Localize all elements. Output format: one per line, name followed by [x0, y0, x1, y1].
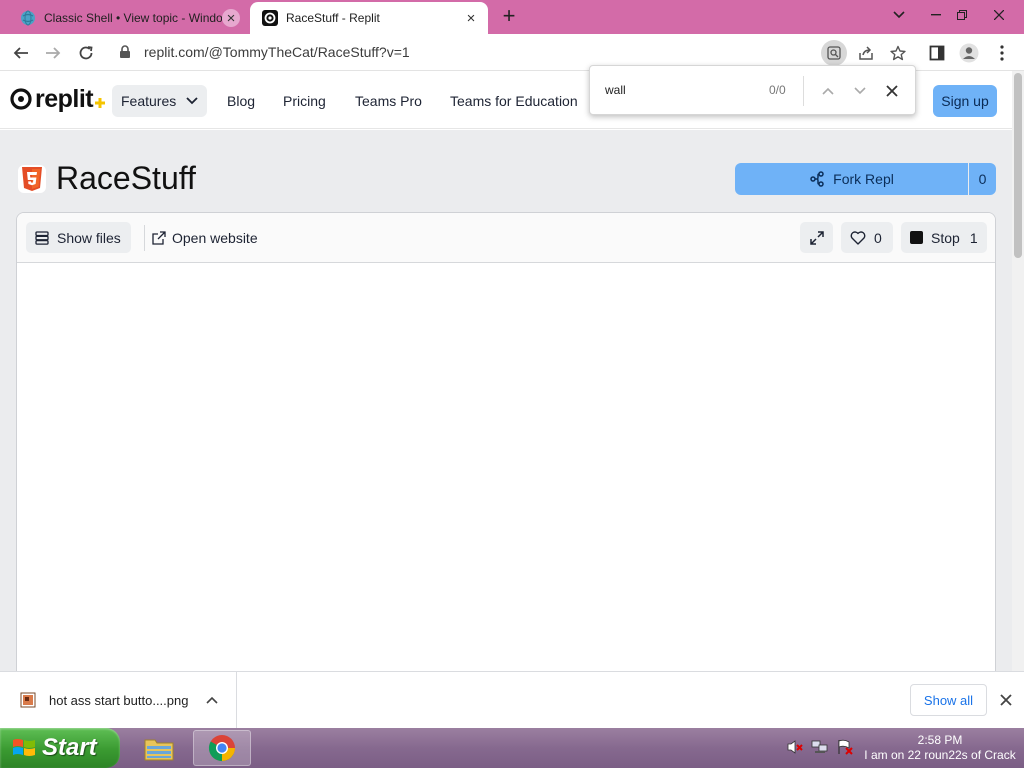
profile-avatar-icon[interactable] — [956, 40, 982, 66]
close-icon — [886, 85, 898, 97]
nav-pricing[interactable]: Pricing — [283, 85, 326, 117]
scrollbar-thumb[interactable] — [1014, 73, 1022, 258]
tab-classic-shell[interactable]: Classic Shell • View topic - Windo × — [8, 2, 248, 34]
stop-count: 1 — [969, 229, 978, 246]
nav-teams-pro[interactable]: Teams Pro — [355, 85, 422, 117]
show-all-button[interactable]: Show all — [910, 684, 987, 716]
logo-text: replit — [35, 85, 94, 113]
new-tab-button[interactable]: + — [498, 5, 520, 28]
lock-icon — [120, 45, 130, 58]
globe-icon — [21, 10, 35, 26]
reload-icon — [79, 46, 93, 60]
image-file-icon — [20, 692, 36, 708]
replit-logo[interactable]: replit — [10, 85, 106, 113]
find-previous-button[interactable] — [817, 80, 839, 102]
arrow-right-icon — [46, 47, 61, 59]
tab-search-icon[interactable] — [883, 4, 915, 26]
find-count: 0/0 — [769, 83, 786, 97]
url-text: replit.com/@TommyTheCat/RaceStuff?v=1 — [144, 44, 410, 60]
expand-icon — [809, 230, 824, 245]
taskbar-explorer[interactable] — [130, 730, 188, 766]
show-files-label: Show files — [57, 229, 121, 246]
close-icon[interactable]: × — [462, 9, 480, 27]
close-shelf-button[interactable] — [996, 690, 1016, 710]
share-icon[interactable] — [853, 40, 879, 66]
clock-time: 2:58 PM — [917, 733, 963, 747]
system-clock[interactable]: 2:58 PM I am on 22 roun22s of Crack — [860, 733, 1020, 763]
browser-tab-strip: Classic Shell • View topic - Windo × Rac… — [0, 0, 1024, 34]
volume-muted-icon[interactable] — [786, 738, 804, 756]
find-close-button[interactable] — [881, 80, 903, 102]
tab-title: Classic Shell • View topic - Windo — [44, 11, 222, 25]
tab-title: RaceStuff - Replit — [286, 11, 380, 25]
webview-toolbar: Show files Open website 0 Stop 1 — [17, 213, 995, 263]
close-icon — [1000, 694, 1012, 706]
bookmark-star-icon[interactable] — [885, 40, 911, 66]
fork-icon — [810, 171, 824, 187]
download-item[interactable]: hot ass start butto....png — [0, 672, 237, 728]
external-link-icon — [152, 230, 166, 245]
tab-racestuff[interactable]: RaceStuff - Replit × — [250, 2, 488, 34]
chevron-up-icon[interactable] — [206, 696, 218, 704]
find-divider — [803, 76, 804, 106]
find-bar: wall 0/0 — [589, 65, 916, 115]
restore-button[interactable] — [946, 4, 978, 26]
like-count: 0 — [874, 229, 882, 246]
nav-blog[interactable]: Blog — [227, 85, 255, 117]
chrome-icon — [208, 735, 235, 762]
repl-title: RaceStuff — [56, 160, 196, 196]
menu-kebab-icon[interactable] — [989, 40, 1015, 66]
like-button[interactable]: 0 — [841, 222, 893, 253]
signup-button[interactable]: Sign up — [933, 85, 997, 117]
forward-button[interactable] — [40, 40, 66, 66]
arrow-left-icon — [13, 47, 28, 59]
expand-button[interactable] — [800, 222, 833, 253]
nav-features[interactable]: Features — [112, 85, 207, 117]
reload-button[interactable] — [73, 40, 99, 66]
nav-features-label: Features — [121, 93, 177, 109]
action-center-flag-icon[interactable] — [836, 738, 854, 756]
show-files-button[interactable]: Show files — [26, 222, 131, 253]
chevron-down-icon — [854, 87, 866, 95]
stop-button[interactable]: Stop 1 — [901, 222, 987, 253]
back-button[interactable] — [8, 40, 34, 66]
stop-label: Stop — [931, 229, 960, 246]
toolbar-divider — [144, 225, 145, 251]
start-button[interactable]: Start — [0, 728, 120, 768]
download-filename: hot ass start butto....png — [49, 692, 189, 708]
taskbar-chrome[interactable] — [193, 730, 251, 766]
stop-square-icon — [910, 231, 923, 244]
clock-status-text: I am on 22 roun22s of Crack — [864, 748, 1016, 762]
fork-repl-button[interactable]: Fork Repl — [735, 163, 968, 195]
heart-icon — [850, 230, 866, 245]
find-icon[interactable] — [821, 40, 847, 66]
windows-logo-icon — [13, 739, 35, 756]
logo-sparkle-icon — [95, 98, 106, 108]
open-website-button[interactable]: Open website — [152, 222, 258, 253]
page-scrollbar[interactable] — [1012, 71, 1024, 671]
replit-favicon-icon — [262, 10, 278, 26]
network-icon[interactable] — [811, 738, 829, 756]
nav-teams-education[interactable]: Teams for Education — [450, 85, 578, 117]
close-window-button[interactable] — [983, 4, 1015, 26]
close-icon[interactable]: × — [222, 9, 240, 27]
webview-panel: Show files Open website 0 Stop 1 — [16, 212, 996, 682]
html5-icon — [18, 165, 46, 193]
download-shelf: hot ass start butto....png Show all — [0, 671, 1024, 728]
folder-icon — [144, 739, 174, 761]
fork-count[interactable]: 0 — [969, 163, 996, 195]
start-label: Start — [42, 734, 97, 761]
side-panel-icon[interactable] — [924, 40, 950, 66]
open-website-label: Open website — [172, 229, 258, 246]
replit-logo-icon — [10, 88, 32, 110]
chevron-down-icon — [186, 97, 198, 105]
windows-taskbar: Start 2:58 PM I am on 22 roun22s of Crac… — [0, 728, 1024, 768]
find-input[interactable]: wall — [605, 83, 626, 97]
chevron-up-icon — [822, 87, 834, 95]
files-stack-icon — [35, 230, 49, 245]
find-next-button[interactable] — [849, 80, 871, 102]
address-bar[interactable]: replit.com/@TommyTheCat/RaceStuff?v=1 — [108, 38, 852, 66]
fork-label: Fork Repl — [833, 171, 894, 187]
